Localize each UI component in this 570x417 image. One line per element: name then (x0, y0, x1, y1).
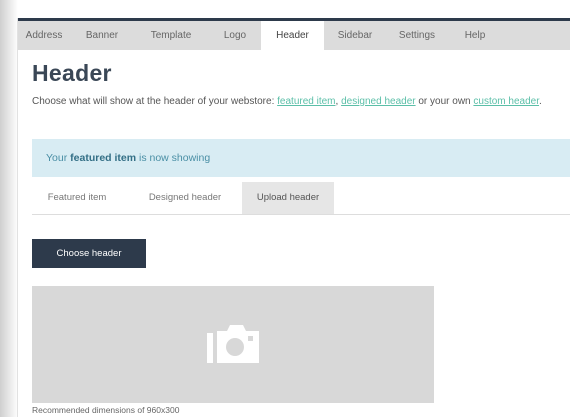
designed-header-link[interactable]: designed header (341, 96, 416, 107)
tab-settings[interactable]: Settings (392, 21, 442, 50)
header-settings-panel: Address Banner Template Logo Header Side… (18, 18, 570, 417)
tab-designed-header[interactable]: Designed header (136, 182, 234, 214)
page-description: Choose what will show at the header of y… (32, 94, 562, 110)
description-text: Choose what will show at the header of y… (32, 96, 278, 107)
status-alert: Your featured item is now showing (32, 139, 570, 177)
window-shadow (0, 0, 18, 417)
camera-icon (207, 325, 259, 363)
tab-logo[interactable]: Logo (218, 21, 252, 50)
description-period: . (539, 96, 542, 107)
tab-header[interactable]: Header (261, 21, 324, 50)
description-or: or your own (415, 96, 474, 107)
page-title: Header (32, 60, 112, 86)
header-type-tabs: Featured item Designed header Upload hea… (32, 182, 570, 215)
tab-address[interactable]: Address (18, 21, 70, 50)
header-image-placeholder[interactable] (32, 286, 434, 403)
tab-featured-item[interactable]: Featured item (32, 182, 122, 214)
tab-sidebar[interactable]: Sidebar (332, 21, 378, 50)
alert-highlight: featured item (70, 152, 137, 164)
featured-item-link[interactable]: featured item (277, 96, 335, 107)
main-nav: Address Banner Template Logo Header Side… (18, 18, 570, 50)
recommended-dimensions: Recommended dimensions of 960x300 (32, 405, 180, 415)
tab-help[interactable]: Help (458, 21, 492, 50)
tab-upload-header[interactable]: Upload header (242, 182, 334, 214)
tab-banner[interactable]: Banner (78, 21, 126, 50)
choose-header-button[interactable]: Choose header (32, 239, 146, 268)
alert-suffix: is now showing (136, 152, 211, 164)
tab-template[interactable]: Template (144, 21, 198, 50)
alert-prefix: Your (46, 152, 71, 164)
custom-header-link[interactable]: custom header (473, 96, 539, 107)
